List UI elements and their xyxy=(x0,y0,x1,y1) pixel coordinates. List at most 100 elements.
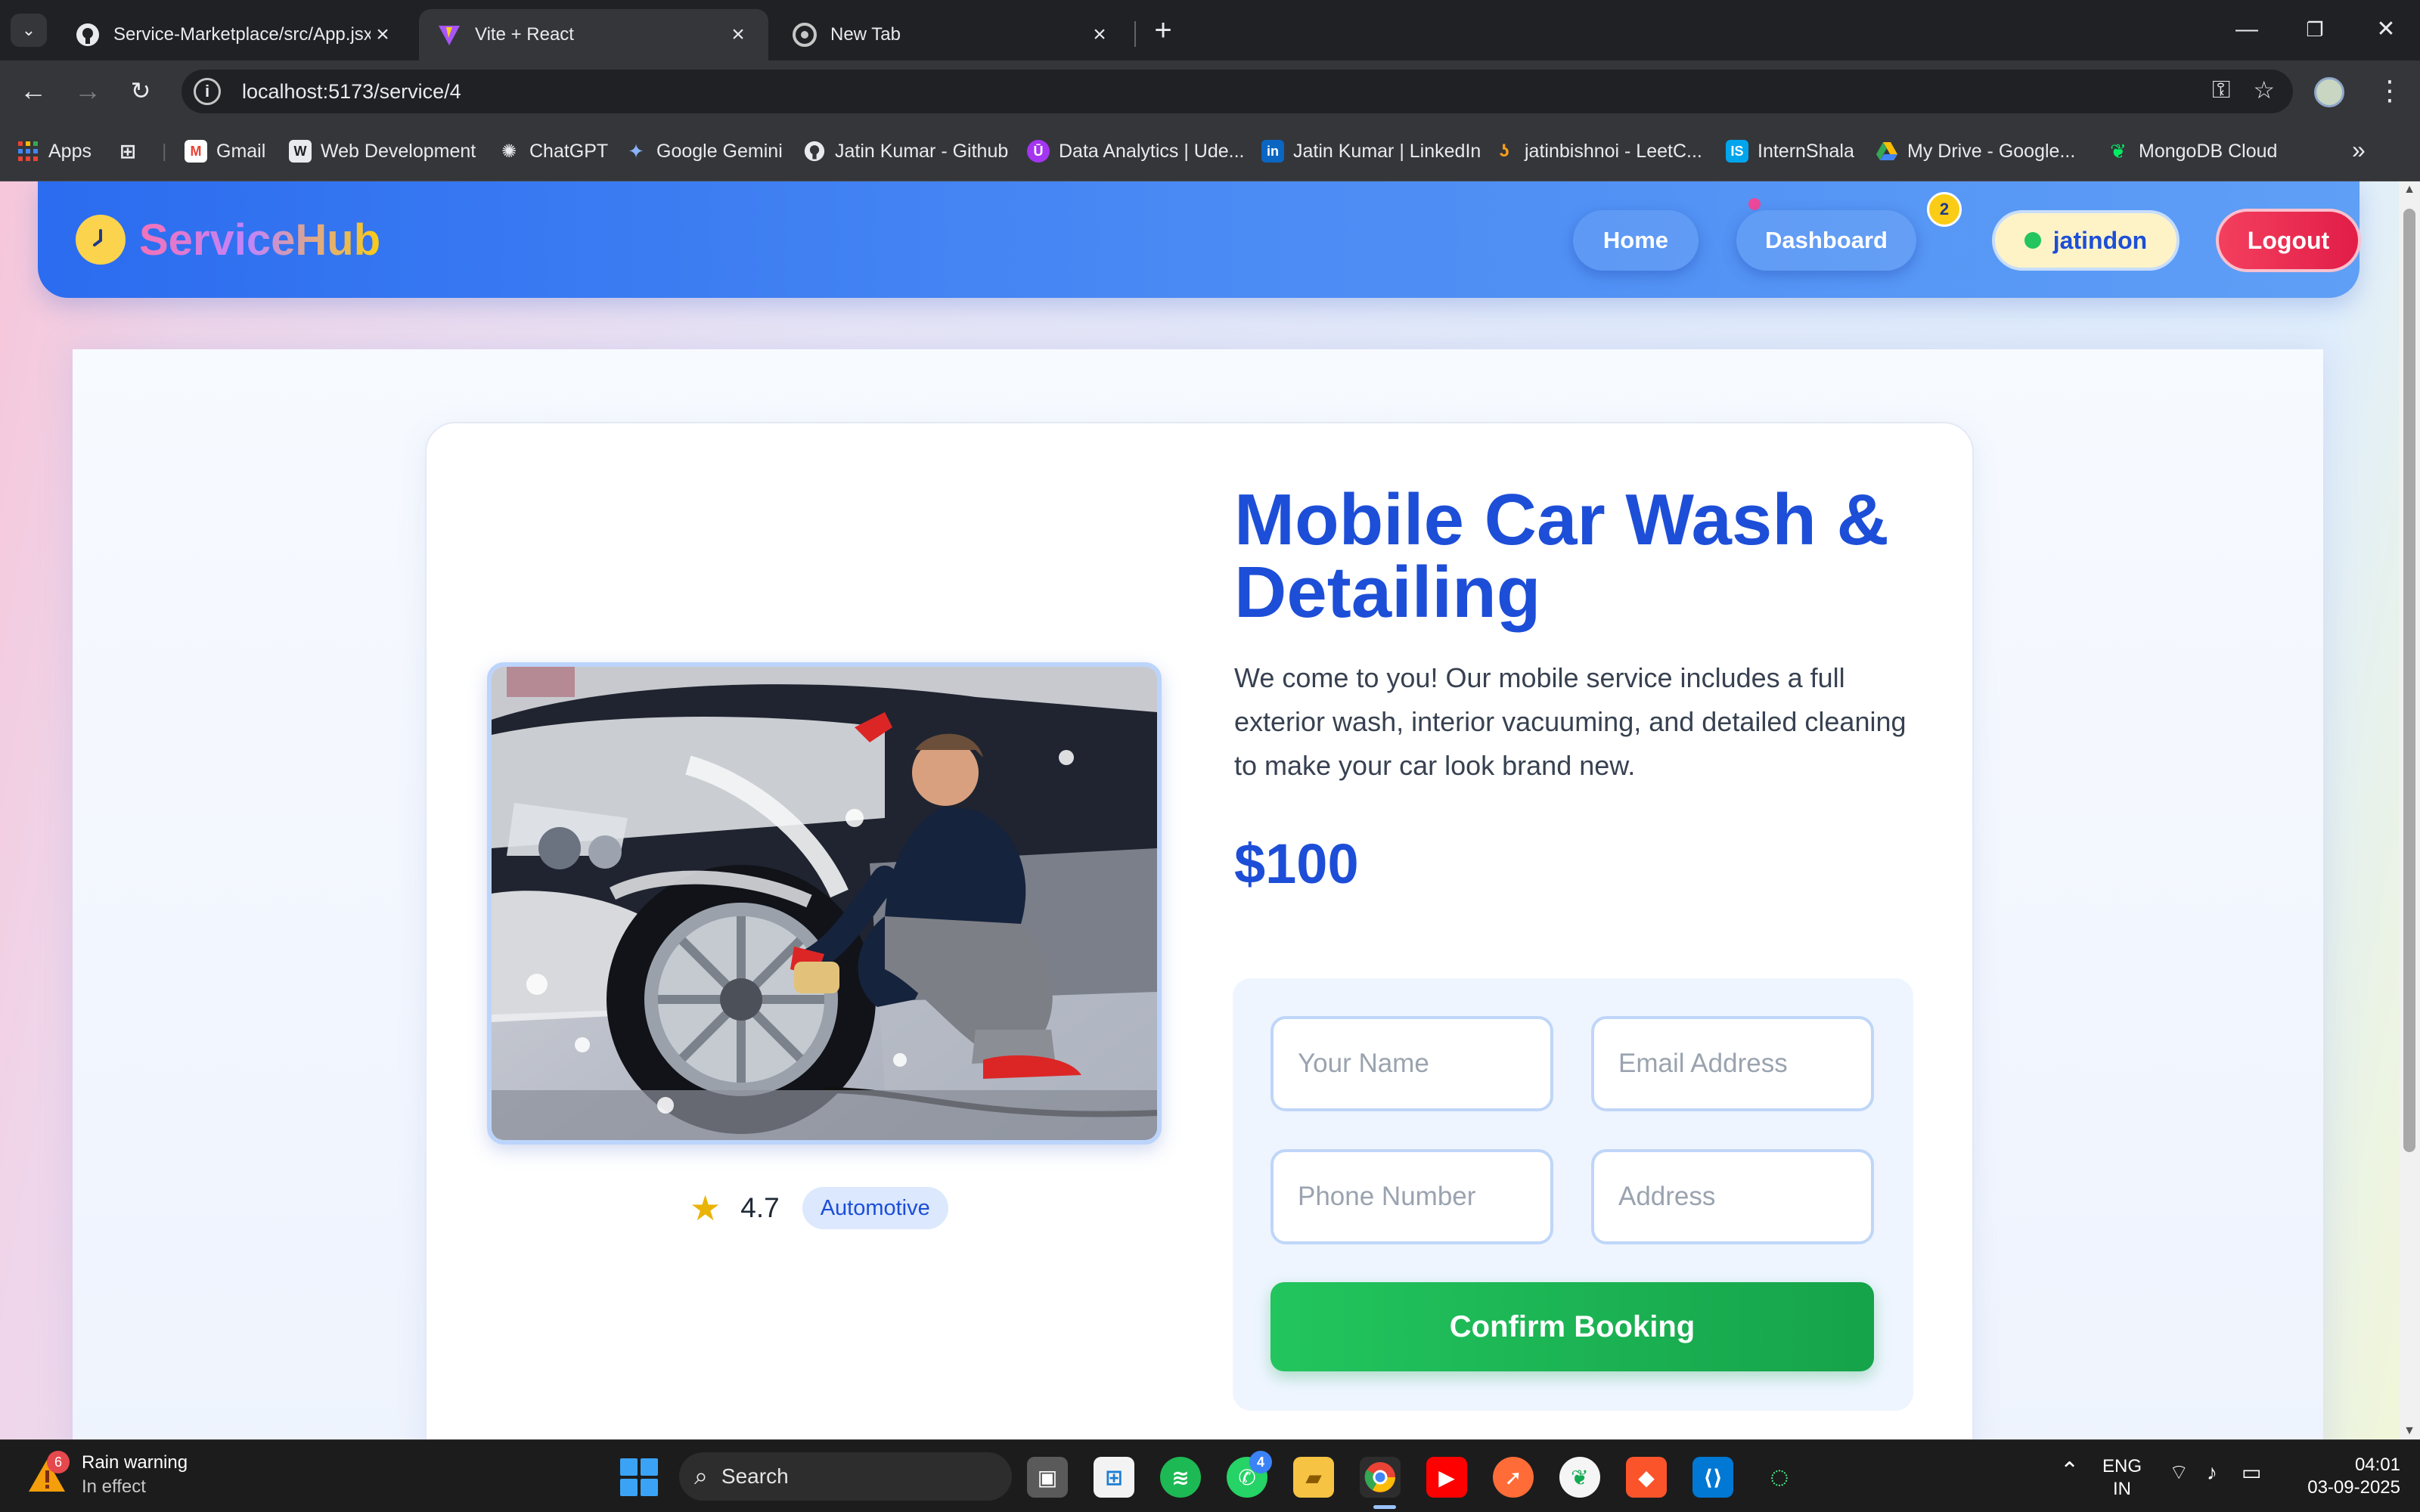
tab-github[interactable]: Service-Marketplace/src/App.jsx × xyxy=(57,9,413,60)
tray-overflow-icon[interactable]: ⌃ xyxy=(2060,1460,2079,1483)
profile-avatar[interactable] xyxy=(2314,77,2344,107)
category-badge: Automotive xyxy=(802,1187,948,1229)
spotify-icon[interactable]: ≋ xyxy=(1160,1457,1201,1498)
brand-name[interactable]: ServiceHub xyxy=(139,215,380,265)
bookmark-internshala[interactable]: IS InternShala xyxy=(1726,138,1854,165)
reload-button[interactable]: ↻ xyxy=(121,71,160,110)
taskbar-search[interactable]: ⌕ Search xyxy=(679,1452,1012,1501)
star-icon: ★ xyxy=(690,1188,721,1228)
bookmark-github[interactable]: Jatin Kumar - Github xyxy=(803,138,1008,165)
brave-icon[interactable]: ◆ xyxy=(1626,1457,1667,1498)
bookmark-web-development[interactable]: W Web Development xyxy=(289,138,476,165)
rating-row: ★ 4.7 Automotive xyxy=(690,1187,948,1229)
password-key-icon[interactable]: ⚿ xyxy=(2212,76,2230,104)
weather-title: Rain warning xyxy=(82,1452,188,1473)
udemy-icon: Ū xyxy=(1027,140,1050,163)
clock-logo-icon[interactable] xyxy=(76,215,126,265)
weather-subtitle: In effect xyxy=(82,1476,146,1497)
tab-new-tab[interactable]: New Tab × xyxy=(774,9,1130,60)
confirm-booking-button[interactable]: Confirm Booking xyxy=(1270,1282,1874,1371)
restore-button[interactable]: ❐ xyxy=(2281,9,2349,50)
internshala-icon: IS xyxy=(1726,140,1748,163)
nav-dashboard-button[interactable]: Dashboard xyxy=(1736,210,1916,271)
bookmark-leetcode[interactable]: ʖ jatinbishnoi - LeetC... xyxy=(1493,138,1702,165)
bookmark-label: Data Analytics | Ude... xyxy=(1059,140,1245,162)
bookmark-apps[interactable]: Apps xyxy=(17,138,92,165)
bookmark-label: My Drive - Google... xyxy=(1907,140,2076,162)
vscode-icon[interactable]: ⟨⟩ xyxy=(1692,1457,1733,1498)
file-explorer-icon[interactable]: ▰ xyxy=(1293,1457,1334,1498)
site-info-icon[interactable]: i xyxy=(194,78,221,105)
microsoft-store-icon[interactable]: ⊞ xyxy=(1094,1457,1134,1498)
bookmark-label: Jatin Kumar - Github xyxy=(835,140,1009,162)
close-window-button[interactable]: ✕ xyxy=(2352,9,2420,50)
language-indicator[interactable]: ENG IN xyxy=(2102,1455,2142,1501)
tab-search-button[interactable]: ⌄ xyxy=(11,14,47,47)
logout-button[interactable]: Logout xyxy=(2216,209,2361,272)
bookmark-label: InternShala xyxy=(1758,140,1854,162)
system-clock[interactable]: 04:01 03-09-2025 xyxy=(2291,1454,2400,1499)
close-tab-icon[interactable]: × xyxy=(726,22,750,48)
chrome-taskbar-icon[interactable] xyxy=(1360,1457,1401,1498)
page-scrollbar[interactable]: ▲ ▼ xyxy=(2399,181,2420,1439)
bookmark-data-analytics[interactable]: Ū Data Analytics | Ude... xyxy=(1027,138,1245,165)
clock-time: 04:01 xyxy=(2354,1455,2400,1475)
tab-groups-icon: ⊞ xyxy=(119,139,136,163)
phone-field[interactable] xyxy=(1270,1149,1553,1244)
bookmark-chatgpt[interactable]: ✺ ChatGPT xyxy=(498,138,608,165)
minimize-button[interactable]: — xyxy=(2213,9,2281,50)
back-button[interactable]: ← xyxy=(14,71,53,110)
vite-icon xyxy=(437,23,461,47)
youtube-icon[interactable]: ▶ xyxy=(1426,1457,1467,1498)
search-icon: ⌕ xyxy=(694,1462,708,1489)
wifi-icon[interactable]: ⌔ xyxy=(2169,1461,2189,1484)
more-bookmarks-icon[interactable]: » xyxy=(2352,136,2366,164)
bookmark-label: Jatin Kumar | LinkedIn xyxy=(1293,140,1481,162)
address-bar[interactable]: i localhost:5173/service/4 ⚿ ☆ xyxy=(182,70,2293,113)
bookmark-google-gemini[interactable]: ✦ Google Gemini xyxy=(625,138,783,165)
chatgpt-icon: ✺ xyxy=(501,141,517,162)
wordpress-icon: W xyxy=(289,140,312,163)
scroll-down-icon[interactable]: ▼ xyxy=(2403,1424,2415,1438)
taskbar-search-label: Search xyxy=(721,1464,789,1488)
user-profile-pill[interactable]: jatindon xyxy=(1992,210,2180,271)
bookmark-star-icon[interactable]: ☆ xyxy=(2253,76,2275,104)
close-tab-icon[interactable]: × xyxy=(1087,22,1112,48)
windows-start-icon[interactable] xyxy=(620,1458,658,1496)
service-price: $100 xyxy=(1234,832,1359,895)
scrollbar-thumb[interactable] xyxy=(2403,209,2415,1152)
address-field[interactable] xyxy=(1591,1149,1874,1244)
task-view-icon[interactable]: ▣ xyxy=(1027,1457,1068,1498)
scroll-up-icon[interactable]: ▲ xyxy=(2403,183,2415,197)
tab-vite-react[interactable]: Vite + React × xyxy=(419,9,768,60)
gemini-icon: ✦ xyxy=(628,139,644,163)
postman-icon[interactable]: ➚ xyxy=(1493,1457,1534,1498)
bookmark-gmail[interactable]: M Gmail xyxy=(185,138,265,165)
bookmarks-bar: Apps ⊞ | M Gmail W Web Development ✺ Cha… xyxy=(0,121,2420,181)
url-text[interactable]: localhost:5173/service/4 xyxy=(242,80,461,104)
service-title: Mobile Car Wash & Detailing xyxy=(1234,479,1889,633)
bookmark-label: ChatGPT xyxy=(529,140,609,162)
bookmark-label: Apps xyxy=(48,140,92,162)
name-field[interactable] xyxy=(1270,1016,1553,1111)
tab-groups-button[interactable]: ⊞ xyxy=(116,138,148,165)
volume-icon[interactable]: ♪ xyxy=(2207,1461,2217,1484)
browser-menu-icon[interactable]: ⋮ xyxy=(2375,71,2405,110)
nav-home-button[interactable]: Home xyxy=(1573,210,1699,271)
online-status-dot xyxy=(2024,232,2041,249)
bookmark-mongodb-cloud[interactable]: ❦ MongoDB Cloud xyxy=(2107,138,2277,165)
weather-widget[interactable]: 6 Rain warning In effect xyxy=(26,1451,188,1499)
battery-icon[interactable]: ▭ xyxy=(2242,1461,2261,1484)
bookmark-linkedin[interactable]: in Jatin Kumar | LinkedIn xyxy=(1261,138,1481,165)
mongodb-leaf-icon: ❦ xyxy=(2110,139,2127,163)
forward-button[interactable]: → xyxy=(68,71,107,110)
bookmark-my-drive[interactable]: My Drive - Google... xyxy=(1876,138,2075,165)
new-tab-button[interactable]: + xyxy=(1146,14,1180,47)
tab-title: Vite + React xyxy=(475,24,574,45)
dashboard-count-badge: 2 xyxy=(1927,192,1962,227)
loading-app-icon[interactable]: ◌ xyxy=(1759,1457,1800,1498)
close-tab-icon[interactable]: × xyxy=(371,22,395,48)
email-field[interactable] xyxy=(1591,1016,1874,1111)
mongodb-compass-icon[interactable]: ❦ xyxy=(1559,1457,1600,1498)
language-code: ENG xyxy=(2102,1456,2142,1476)
